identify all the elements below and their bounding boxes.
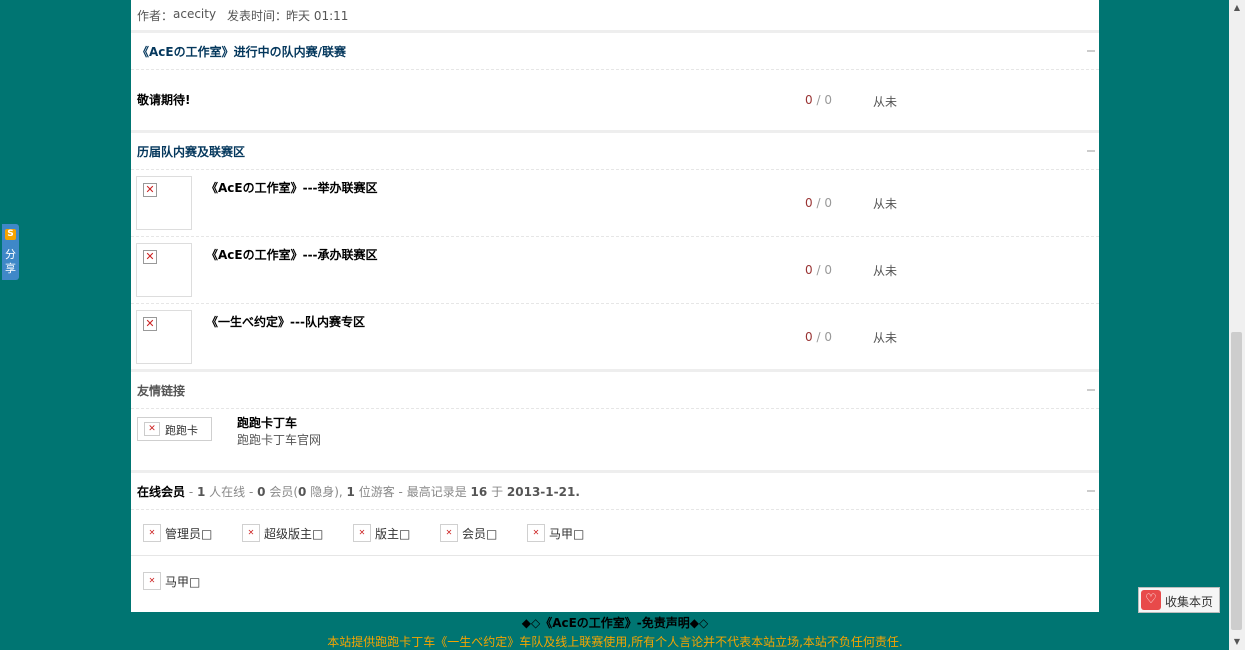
group-legend-admin[interactable]: ✕ 管理员□	[143, 523, 223, 543]
group-legend-super-moderator[interactable]: ✕ 超级版主□	[242, 523, 334, 543]
collapse-icon[interactable]	[1087, 389, 1095, 391]
forum-icon-image[interactable]: ✕	[136, 310, 192, 364]
author-name[interactable]: acecity	[173, 7, 216, 21]
row-divider	[131, 555, 1099, 556]
disclaimer-text: 本站提供跑跑卡丁车《一生べ约定》车队及线上联赛使用,所有个人言论并不代表本站立场…	[327, 635, 903, 649]
row-divider	[131, 303, 1099, 304]
forum-last-post: 从未	[873, 264, 898, 278]
favorite-label: 收集本页	[1165, 595, 1214, 609]
online-user[interactable]: ✕ 马甲□	[143, 571, 207, 591]
online-summary: 在线会员 - 1 人在线 - 0 会员(0 隐身), 1 位游客 - 最高记录是…	[137, 485, 580, 499]
share-logo-icon: S	[5, 229, 16, 240]
scroll-down-arrow-icon[interactable]: ▼	[1229, 634, 1245, 650]
group-legend-member[interactable]: ✕ 会员□	[440, 523, 504, 543]
forum-last-post: 从未	[873, 95, 898, 109]
scrollbar-thumb[interactable]	[1231, 332, 1242, 630]
row-divider	[131, 236, 1099, 237]
forum-counts: 0 / 0	[805, 196, 832, 210]
forum-last-post: 从未	[873, 331, 898, 345]
section-header-ongoing: 《AcEの工作室》进行中の队内赛/联赛	[131, 33, 1099, 70]
forum-icon-image[interactable]: ✕	[136, 176, 192, 230]
user-icon: ✕	[143, 572, 161, 590]
author-bar: 作者： acecity 发表时间： 昨天 01:11	[131, 0, 1099, 33]
disclaimer-title: ◆◇《AcEの工作室》-免责声明◆◇	[521, 616, 709, 630]
forum-counts: 0 / 0	[805, 93, 832, 107]
section-title[interactable]: 《AcEの工作室》进行中の队内赛/联赛	[137, 43, 346, 60]
group-legend-moderator[interactable]: ✕ 版主□	[353, 523, 417, 543]
group-icon: ✕	[353, 524, 371, 542]
scroll-up-arrow-icon[interactable]: ▲	[1229, 0, 1245, 16]
group-icon: ✕	[242, 524, 260, 542]
heart-icon: ♡	[1141, 590, 1161, 610]
group-icon: ✕	[440, 524, 458, 542]
forum-main-panel: 作者： acecity 发表时间： 昨天 01:11 《AcEの工作室》进行中の…	[131, 0, 1099, 612]
group-icon: ✕	[143, 524, 161, 542]
group-legend-alt[interactable]: ✕ 马甲□	[527, 523, 591, 543]
forum-counts: 0 / 0	[805, 330, 832, 344]
vertical-scrollbar[interactable]: ▲ ▼	[1229, 0, 1245, 650]
online-title: 在线会员	[137, 485, 186, 499]
broken-image-icon: ✕	[143, 250, 157, 264]
group-icon: ✕	[527, 524, 545, 542]
section-title: 友情链接	[137, 384, 186, 398]
friend-link-logo-alt: 跑跑卡	[165, 424, 198, 437]
post-time-value: 昨天 01:11	[286, 9, 349, 23]
friend-link-item: ✕ 跑跑卡 跑跑卡丁车 跑跑卡丁车官网	[131, 409, 1099, 469]
forum-title[interactable]: 《一生べ约定》---队内赛专区	[206, 313, 365, 330]
forum-icon-image[interactable]: ✕	[136, 243, 192, 297]
collapse-icon[interactable]	[1087, 50, 1095, 52]
forum-counts: 0 / 0	[805, 263, 832, 277]
friend-link-name[interactable]: 跑跑卡丁车	[237, 414, 297, 431]
friend-link-desc: 跑跑卡丁车官网	[237, 433, 322, 447]
section-header-links: 友情链接	[131, 372, 1099, 409]
section-title[interactable]: 历届队内赛及联赛区	[137, 143, 245, 160]
section-header-history: 历届队内赛及联赛区	[131, 133, 1099, 170]
favorite-page-button[interactable]: ♡ 收集本页	[1138, 587, 1220, 613]
broken-image-icon: ✕	[143, 317, 157, 331]
collapse-icon[interactable]	[1087, 490, 1095, 492]
friend-link-logo[interactable]: ✕ 跑跑卡	[137, 417, 212, 441]
broken-image-icon: ✕	[143, 183, 157, 197]
author-label: 作者：	[137, 9, 174, 23]
forum-title[interactable]: 敬请期待!	[137, 91, 190, 108]
section-header-online: 在线会员 - 1 人在线 - 0 会员(0 隐身), 1 位游客 - 最高记录是…	[131, 473, 1099, 510]
collapse-icon[interactable]	[1087, 150, 1095, 152]
forum-last-post: 从未	[873, 197, 898, 211]
broken-image-icon: ✕	[144, 422, 160, 436]
share-label: 分享	[5, 248, 16, 275]
post-time-label: 发表时间：	[227, 9, 288, 23]
forum-title[interactable]: 《AcEの工作室》---举办联赛区	[206, 179, 378, 196]
forum-title[interactable]: 《AcEの工作室》---承办联赛区	[206, 246, 378, 263]
share-widget[interactable]: S 分享	[2, 224, 19, 280]
